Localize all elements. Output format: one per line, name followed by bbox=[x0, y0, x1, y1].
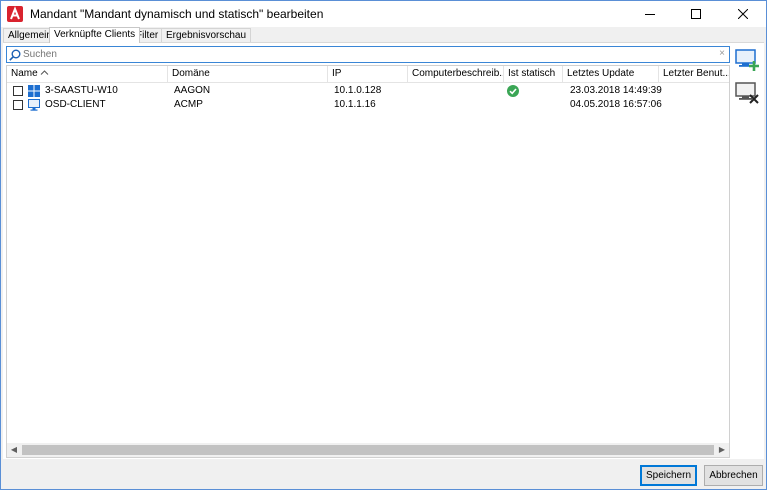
maximize-button[interactable] bbox=[673, 1, 719, 27]
column-header-ip[interactable]: IP bbox=[328, 66, 408, 82]
cell-domain: ACMP bbox=[174, 99, 203, 110]
horizontal-scrollbar[interactable]: ◀ ▶ bbox=[7, 443, 729, 457]
static-check-icon bbox=[507, 85, 519, 97]
cell-last-update: 23.03.2018 14:49:39 bbox=[570, 85, 662, 96]
table-header: Name Domäne IP Computerbeschreib... Ist … bbox=[7, 66, 729, 83]
close-icon bbox=[738, 9, 748, 19]
dialog-footer: Speichern Abbrechen bbox=[1, 459, 766, 489]
minimize-button[interactable] bbox=[627, 1, 673, 27]
cell-ip: 10.1.0.128 bbox=[334, 85, 382, 96]
cell-ip: 10.1.1.16 bbox=[334, 99, 376, 110]
add-client-icon[interactable] bbox=[735, 48, 759, 72]
row-checkbox[interactable] bbox=[13, 86, 23, 96]
aagon-logo-icon bbox=[7, 6, 23, 22]
tab-content: × Name Domäne IP Computerbeschreib... Is… bbox=[3, 42, 764, 459]
table-row[interactable]: OSD-CLIENT ACMP 10.1.1.16 04.05.2018 16:… bbox=[7, 98, 729, 112]
sort-ascending-icon bbox=[40, 70, 49, 75]
monitor-icon bbox=[28, 99, 40, 111]
scroll-left-icon[interactable]: ◀ bbox=[7, 443, 21, 457]
cell-domain: AAGON bbox=[174, 85, 211, 96]
tab-strip: Allgemein Verknüpfte Clients Filter Erge… bbox=[1, 27, 766, 43]
tab-verknuepfte-clients[interactable]: Verknüpfte Clients bbox=[49, 27, 141, 43]
maximize-icon bbox=[691, 9, 701, 19]
search-icon bbox=[9, 49, 21, 61]
save-button[interactable]: Speichern bbox=[640, 465, 697, 486]
search-input[interactable] bbox=[23, 48, 713, 61]
remove-client-icon[interactable] bbox=[735, 81, 759, 105]
clients-table[interactable]: Name Domäne IP Computerbeschreib... Ist … bbox=[6, 65, 730, 458]
table-row[interactable]: 3-SAASTU-W10 AAGON 10.1.0.128 23.03.2018… bbox=[7, 84, 729, 98]
row-checkbox[interactable] bbox=[13, 100, 23, 110]
column-header-description[interactable]: Computerbeschreib... bbox=[408, 66, 504, 82]
cell-last-update: 04.05.2018 16:57:06 bbox=[570, 99, 662, 110]
minimize-icon bbox=[645, 14, 655, 15]
title-bar[interactable]: Mandant "Mandant dynamisch und statisch"… bbox=[1, 1, 766, 27]
column-header-last-user[interactable]: Letzter Benut... bbox=[659, 66, 729, 82]
clear-search-icon[interactable]: × bbox=[719, 48, 725, 59]
column-header-is-static[interactable]: Ist statisch bbox=[504, 66, 563, 82]
close-button[interactable] bbox=[720, 1, 766, 27]
column-header-domain[interactable]: Domäne bbox=[168, 66, 328, 82]
cell-name: OSD-CLIENT bbox=[45, 99, 106, 110]
windows-icon bbox=[28, 85, 40, 97]
column-header-name[interactable]: Name bbox=[7, 66, 168, 82]
column-header-label: Name bbox=[11, 68, 38, 79]
search-box[interactable]: × bbox=[6, 46, 730, 63]
dialog-window: Mandant "Mandant dynamisch und statisch"… bbox=[0, 0, 767, 490]
scroll-right-icon[interactable]: ▶ bbox=[715, 443, 729, 457]
column-header-last-update[interactable]: Letztes Update bbox=[563, 66, 659, 82]
scrollbar-thumb[interactable] bbox=[22, 445, 714, 455]
window-title: Mandant "Mandant dynamisch und statisch"… bbox=[30, 7, 324, 21]
cancel-button[interactable]: Abbrechen bbox=[704, 465, 763, 486]
cell-name: 3-SAASTU-W10 bbox=[45, 85, 118, 96]
tab-ergebnisvorschau[interactable]: Ergebnisvorschau bbox=[161, 28, 252, 42]
